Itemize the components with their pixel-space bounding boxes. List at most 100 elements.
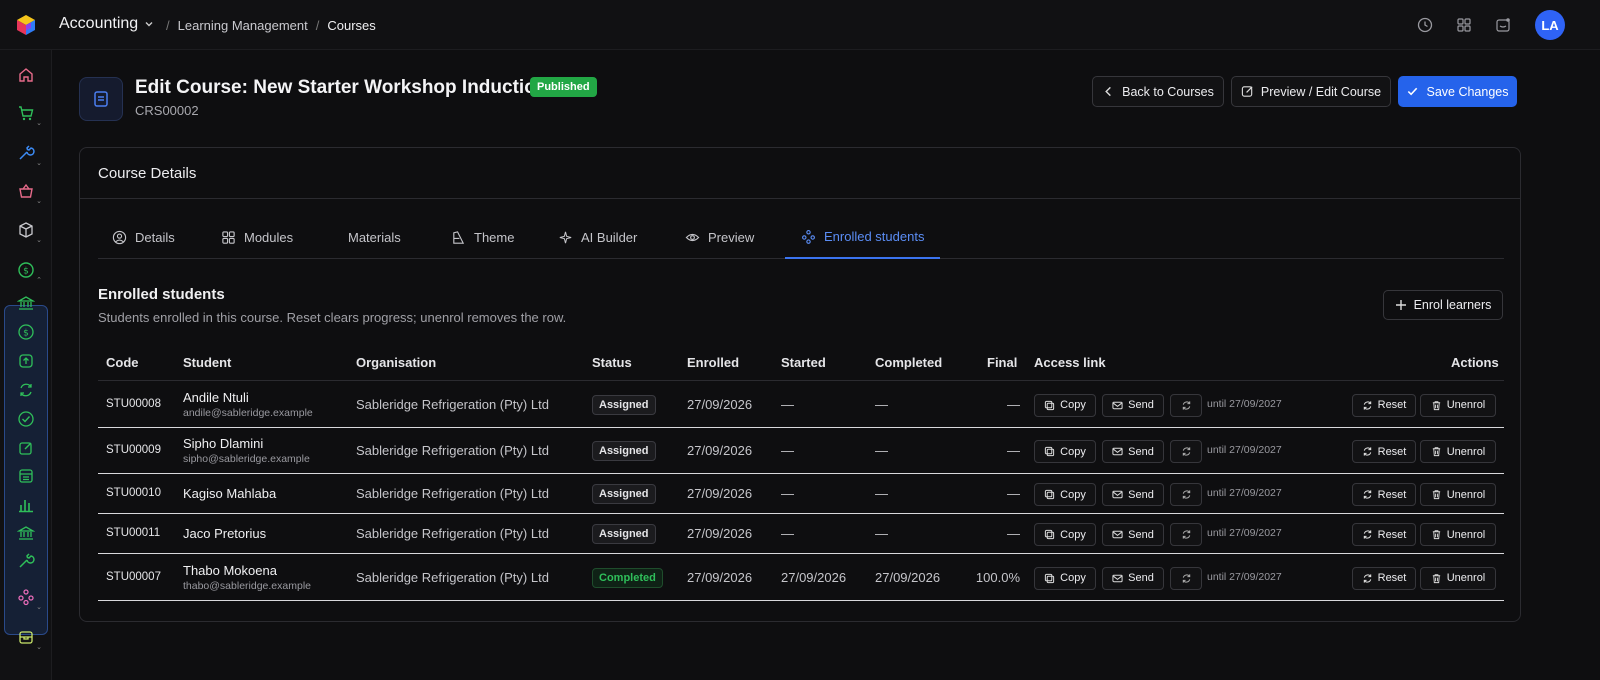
copy-link-button[interactable]: Copy bbox=[1034, 393, 1096, 417]
check-circle-icon[interactable] bbox=[14, 407, 38, 431]
send-link-button[interactable]: Send bbox=[1102, 483, 1164, 506]
tab-preview[interactable]: Preview bbox=[685, 216, 754, 259]
breadcrumb: / Learning Management / Courses bbox=[166, 18, 376, 33]
final-score: — bbox=[1007, 526, 1020, 541]
grid-icon bbox=[222, 231, 235, 244]
table-header: Code Student Organisation Status Enrolle… bbox=[98, 344, 1504, 381]
learning-network-icon[interactable]: ⌄ bbox=[14, 585, 42, 611]
regenerate-link-button[interactable] bbox=[1170, 566, 1202, 590]
chevron-left-icon bbox=[1105, 86, 1111, 97]
basket-icon[interactable]: ⌄ bbox=[14, 179, 42, 205]
unenrol-button[interactable]: Unenrol bbox=[1420, 523, 1496, 546]
regenerate-link-button[interactable] bbox=[1170, 393, 1202, 417]
bank-icon[interactable] bbox=[14, 521, 38, 545]
apps-grid-icon[interactable] bbox=[1454, 15, 1474, 35]
mail-icon bbox=[1112, 401, 1123, 409]
svg-text:$: $ bbox=[23, 329, 29, 339]
wrench-icon[interactable]: ⌄ bbox=[14, 141, 42, 167]
regenerate-icon bbox=[1182, 573, 1190, 583]
final-score: — bbox=[1007, 486, 1020, 501]
status-badge: Assigned bbox=[592, 484, 656, 504]
tab-enrolled-students[interactable]: Enrolled students bbox=[785, 216, 940, 259]
copy-link-button[interactable]: Copy bbox=[1034, 440, 1096, 463]
notifications-icon[interactable] bbox=[1493, 15, 1513, 35]
preview-edit-course-button[interactable]: Preview / Edit Course bbox=[1231, 76, 1391, 107]
completed-date: — bbox=[875, 396, 888, 412]
header-status: Status bbox=[592, 355, 632, 370]
mail-icon bbox=[1112, 574, 1123, 582]
unenrol-button[interactable]: Unenrol bbox=[1420, 440, 1496, 463]
app-logo-icon[interactable] bbox=[15, 14, 37, 36]
send-link-button[interactable]: Send bbox=[1102, 393, 1164, 417]
tab-details[interactable]: Details bbox=[112, 216, 175, 259]
student-name: Andile Ntuli bbox=[183, 389, 249, 405]
student-organisation: Sableridge Refrigeration (Pty) Ltd bbox=[356, 526, 549, 541]
cart-icon[interactable]: ⌄ bbox=[14, 101, 42, 127]
trash-icon bbox=[1432, 490, 1440, 500]
trash-icon bbox=[1432, 573, 1440, 583]
eye-icon bbox=[685, 233, 700, 242]
tab-materials[interactable]: Materials bbox=[348, 216, 401, 259]
send-link-button[interactable]: Send bbox=[1102, 440, 1164, 463]
dollar-circle-icon[interactable]: $ bbox=[14, 320, 38, 344]
student-email: andile@sableridge.example bbox=[183, 406, 313, 419]
reset-button[interactable]: Reset bbox=[1352, 523, 1416, 546]
completed-date: — bbox=[875, 486, 888, 501]
reset-button[interactable]: Reset bbox=[1352, 566, 1416, 590]
copy-link-button[interactable]: Copy bbox=[1034, 566, 1096, 590]
table-row: STU00009 Sipho Dlamini sipho@sableridge.ex… bbox=[98, 428, 1504, 474]
send-link-button[interactable]: Send bbox=[1102, 523, 1164, 546]
student-organisation: Sableridge Refrigeration (Pty) Ltd bbox=[356, 443, 549, 458]
bar-chart-icon[interactable] bbox=[14, 493, 38, 517]
chevron-down-icon bbox=[145, 22, 153, 27]
unenrol-button[interactable]: Unenrol bbox=[1420, 393, 1496, 417]
save-changes-button[interactable]: Save Changes bbox=[1398, 76, 1517, 107]
student-code: STU00009 bbox=[106, 444, 161, 456]
started-date: 27/09/2026 bbox=[781, 569, 847, 585]
copy-link-button[interactable]: Copy bbox=[1034, 523, 1096, 546]
upload-icon[interactable] bbox=[14, 349, 38, 373]
tools-icon[interactable] bbox=[14, 549, 38, 573]
course-details-card: Course Details Details Modules Materials… bbox=[79, 147, 1521, 622]
unenrol-button[interactable]: Unenrol bbox=[1420, 483, 1496, 506]
tab-theme[interactable]: Theme bbox=[451, 216, 514, 259]
reset-button[interactable]: Reset bbox=[1352, 393, 1416, 417]
app-switcher[interactable]: Accounting bbox=[59, 15, 154, 33]
accounting-dollar-icon[interactable]: $ ⌃ bbox=[14, 258, 42, 284]
home-icon[interactable] bbox=[14, 63, 38, 87]
copy-link-button[interactable]: Copy bbox=[1034, 483, 1096, 506]
package-icon[interactable]: ⌄ bbox=[14, 218, 42, 244]
student-code: STU00007 bbox=[106, 570, 161, 583]
refresh-icon[interactable] bbox=[14, 378, 38, 402]
box-icon[interactable]: ⌄ bbox=[14, 625, 42, 651]
regenerate-link-button[interactable] bbox=[1170, 440, 1202, 463]
calendar-icon[interactable] bbox=[14, 464, 38, 488]
user-avatar[interactable]: LA bbox=[1535, 10, 1565, 40]
started-date: — bbox=[781, 526, 794, 541]
regenerate-link-button[interactable] bbox=[1170, 483, 1202, 506]
breadcrumb-courses[interactable]: Courses bbox=[327, 18, 375, 33]
enrol-learners-button[interactable]: Enrol learners bbox=[1383, 290, 1503, 320]
back-to-courses-button[interactable]: Back to Courses bbox=[1092, 76, 1224, 107]
completed-date: — bbox=[875, 526, 888, 541]
regenerate-link-button[interactable] bbox=[1170, 523, 1202, 546]
header-access-link: Access link bbox=[1034, 355, 1106, 370]
trash-icon bbox=[1432, 447, 1440, 457]
tab-modules[interactable]: Modules bbox=[221, 216, 293, 259]
header-organisation: Organisation bbox=[356, 355, 437, 370]
tab-ai-builder[interactable]: AI Builder bbox=[558, 216, 637, 259]
edit-icon[interactable] bbox=[14, 436, 38, 460]
trash-icon bbox=[1432, 530, 1440, 540]
copy-icon bbox=[1045, 573, 1055, 583]
send-link-button[interactable]: Send bbox=[1102, 566, 1164, 590]
status-badge: Assigned bbox=[592, 394, 656, 415]
reset-button[interactable]: Reset bbox=[1352, 483, 1416, 506]
reset-button[interactable]: Reset bbox=[1352, 440, 1416, 463]
mail-icon bbox=[1112, 530, 1123, 539]
completed-date: 27/09/2026 bbox=[875, 569, 941, 585]
bank-icon[interactable] bbox=[14, 291, 38, 315]
clock-icon[interactable] bbox=[1415, 15, 1435, 35]
unenrol-button[interactable]: Unenrol bbox=[1420, 566, 1496, 590]
status-badge: Completed bbox=[592, 567, 663, 588]
breadcrumb-learning-management[interactable]: Learning Management bbox=[178, 18, 308, 33]
